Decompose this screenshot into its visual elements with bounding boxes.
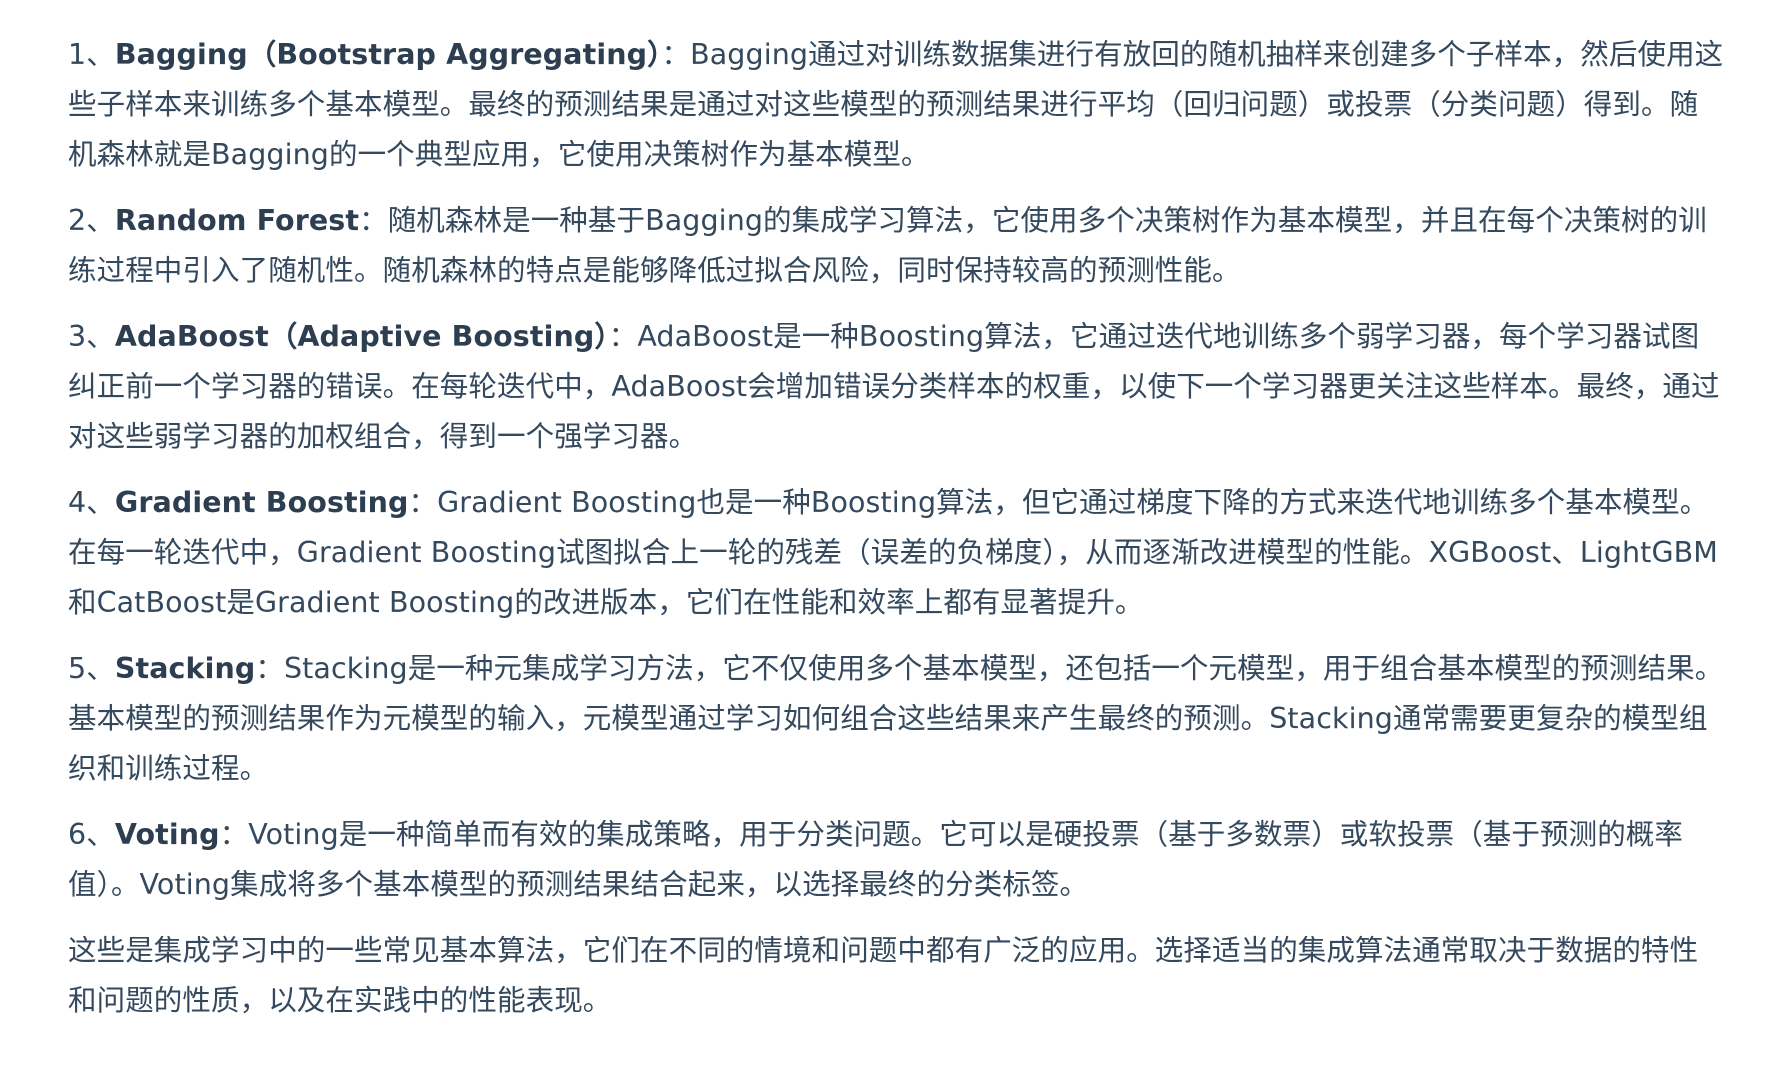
item-number: 1、 (68, 38, 115, 71)
list-item-stacking: 5、Stacking：Stacking是一种元集成学习方法，它不仅使用多个基本模… (68, 644, 1725, 794)
list-item-random-forest: 2、Random Forest：随机森林是一种基于Bagging的集成学习算法，… (68, 196, 1725, 296)
item-number: 5、 (68, 652, 115, 685)
item-number: 4、 (68, 486, 115, 519)
item-separator: ： (359, 204, 388, 237)
item-number: 2、 (68, 204, 115, 237)
item-number: 3、 (68, 320, 115, 353)
item-description: Stacking是一种元集成学习方法，它不仅使用多个基本模型，还包括一个元模型，… (68, 652, 1724, 785)
document-body: 1、Bagging（Bootstrap Aggregating）：Bagging… (0, 0, 1785, 1026)
item-description: Voting是一种简单而有效的集成策略，用于分类问题。它可以是硬投票（基于多数票… (68, 818, 1683, 901)
item-term: Bagging（Bootstrap Aggregating） (114, 38, 662, 71)
item-term: Random Forest (114, 204, 360, 237)
item-number: 6、 (68, 818, 115, 851)
item-separator: ： (219, 818, 249, 851)
item-separator: ： (255, 652, 284, 685)
item-term: AdaBoost（Adaptive Boosting） (114, 320, 609, 353)
item-term: Voting (114, 818, 220, 851)
item-separator: ： (408, 486, 438, 519)
conclusion-paragraph: 这些是集成学习中的一些常见基本算法，它们在不同的情境和问题中都有广泛的应用。选择… (68, 934, 1699, 1017)
item-separator: ： (661, 38, 691, 71)
list-item-gradient-boosting: 4、Gradient Boosting：Gradient Boosting也是一… (68, 478, 1725, 628)
item-term: Stacking (114, 652, 256, 685)
item-separator: ： (608, 320, 638, 353)
item-term: Gradient Boosting (114, 486, 409, 519)
list-item-bagging: 1、Bagging（Bootstrap Aggregating）：Bagging… (68, 30, 1725, 180)
list-item-voting: 6、Voting：Voting是一种简单而有效的集成策略，用于分类问题。它可以是… (68, 810, 1725, 910)
list-item-adaboost: 3、AdaBoost（Adaptive Boosting）：AdaBoost是一… (68, 312, 1725, 462)
